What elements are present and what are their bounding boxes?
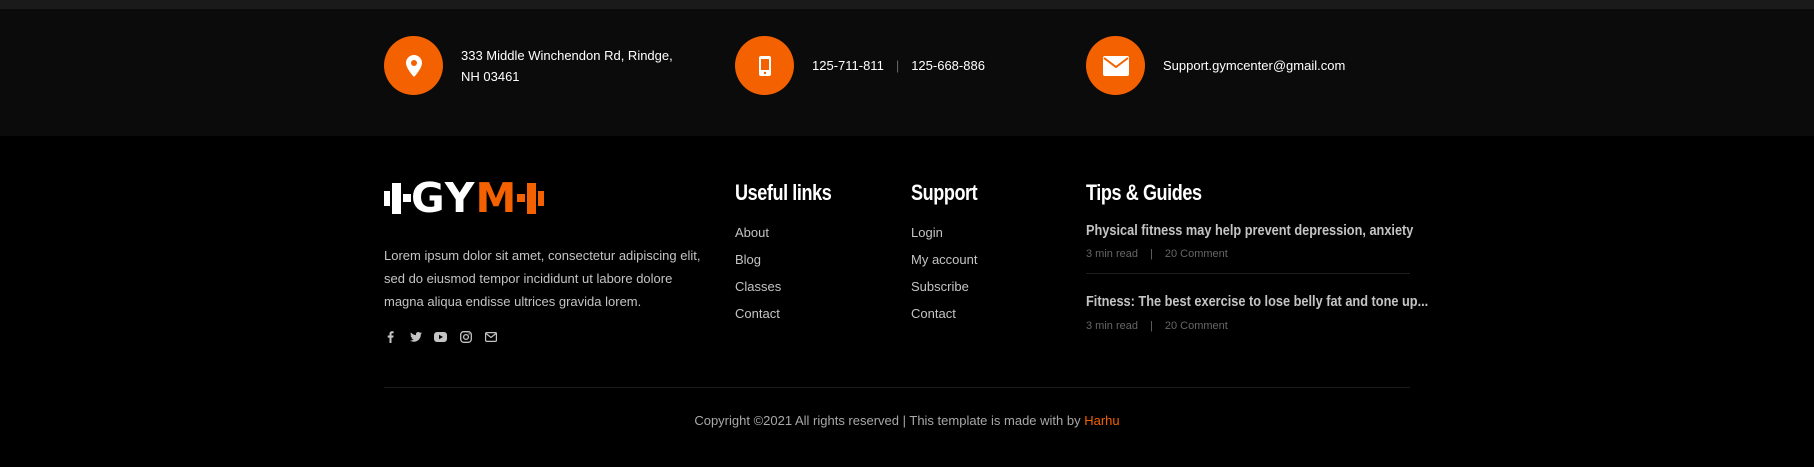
link-subscribe[interactable]: Subscribe bbox=[911, 279, 977, 306]
link-support-contact[interactable]: Contact bbox=[911, 306, 977, 333]
comment-count[interactable]: 20 Comment bbox=[1165, 248, 1228, 260]
link-contact[interactable]: Contact bbox=[735, 306, 781, 333]
site-footer: GYM Lorem ipsum dolor sit amet, consecte… bbox=[0, 136, 1814, 467]
meta-separator: | bbox=[1149, 320, 1153, 332]
social-links bbox=[384, 330, 497, 343]
address-line-2: NH 03461 bbox=[461, 68, 520, 84]
top-strip bbox=[0, 0, 1814, 9]
phone-separator: | bbox=[895, 58, 900, 73]
envelope-icon bbox=[1102, 55, 1129, 76]
meta-separator: | bbox=[1149, 248, 1153, 260]
tips-guides-title: Tips & Guides bbox=[1086, 180, 1202, 205]
link-classes[interactable]: Classes bbox=[735, 279, 781, 306]
mobile-phone-icon bbox=[758, 55, 771, 76]
support-title: Support bbox=[911, 180, 978, 205]
dumbbell-left-icon bbox=[384, 183, 411, 214]
logo-text-white: GY bbox=[411, 174, 476, 222]
phone-item: 125-711-811 | 125-668-886 bbox=[735, 36, 985, 95]
footer-divider bbox=[384, 387, 1410, 388]
read-time: 3 min read bbox=[1086, 320, 1138, 332]
useful-links-title: Useful links bbox=[735, 180, 832, 205]
tip-post-meta: 3 min read | 20 Comment bbox=[1086, 248, 1228, 260]
tip-post-title[interactable]: Physical fitness may help prevent depres… bbox=[1086, 222, 1413, 239]
tip-post-meta: 3 min read | 20 Comment bbox=[1086, 320, 1228, 332]
phone-number-1[interactable]: 125-711-811 bbox=[812, 58, 884, 73]
dumbbell-right-icon bbox=[517, 183, 545, 214]
contact-info-band: 333 Middle Winchendon Rd, Rindge, NH 034… bbox=[0, 9, 1814, 136]
youtube-icon[interactable] bbox=[434, 330, 447, 343]
address-line-1: 333 Middle Winchendon Rd, Rindge, bbox=[461, 47, 673, 63]
address-item: 333 Middle Winchendon Rd, Rindge, NH 034… bbox=[384, 36, 673, 95]
copyright-label: Copyright ©2021 All rights reserved | Th… bbox=[694, 413, 1081, 428]
support-links-list: Login My account Subscribe Contact bbox=[911, 225, 977, 333]
useful-links-list: About Blog Classes Contact bbox=[735, 225, 781, 333]
footer-about-text: Lorem ipsum dolor sit amet, consectetur … bbox=[384, 248, 701, 309]
author-link[interactable]: Harhu bbox=[1084, 413, 1119, 428]
mail-icon[interactable] bbox=[484, 330, 497, 343]
link-login[interactable]: Login bbox=[911, 225, 977, 252]
map-pin-icon bbox=[405, 54, 422, 77]
link-about[interactable]: About bbox=[735, 225, 781, 252]
gym-logo[interactable]: GYM bbox=[384, 178, 545, 219]
address-text: 333 Middle Winchendon Rd, Rindge, NH 034… bbox=[461, 45, 673, 87]
email-text[interactable]: Support.gymcenter@gmail.com bbox=[1163, 55, 1345, 76]
phone-icon-circle bbox=[735, 36, 794, 95]
logo-text: GYM bbox=[411, 178, 517, 219]
link-my-account[interactable]: My account bbox=[911, 252, 977, 279]
tip-divider bbox=[1086, 273, 1410, 274]
address-icon-circle bbox=[384, 36, 443, 95]
read-time: 3 min read bbox=[1086, 248, 1138, 260]
instagram-icon[interactable] bbox=[459, 330, 472, 343]
copyright-text: Copyright ©2021 All rights reserved | Th… bbox=[0, 413, 1814, 428]
phone-text: 125-711-811 | 125-668-886 bbox=[812, 55, 985, 76]
twitter-icon[interactable] bbox=[409, 330, 422, 343]
facebook-icon[interactable] bbox=[384, 330, 397, 343]
tip-post-title[interactable]: Fitness: The best exercise to lose belly… bbox=[1086, 293, 1428, 310]
logo-text-orange: M bbox=[475, 174, 518, 222]
comment-count[interactable]: 20 Comment bbox=[1165, 320, 1228, 332]
link-blog[interactable]: Blog bbox=[735, 252, 781, 279]
email-item: Support.gymcenter@gmail.com bbox=[1086, 36, 1345, 95]
email-icon-circle bbox=[1086, 36, 1145, 95]
phone-number-2[interactable]: 125-668-886 bbox=[911, 58, 985, 73]
